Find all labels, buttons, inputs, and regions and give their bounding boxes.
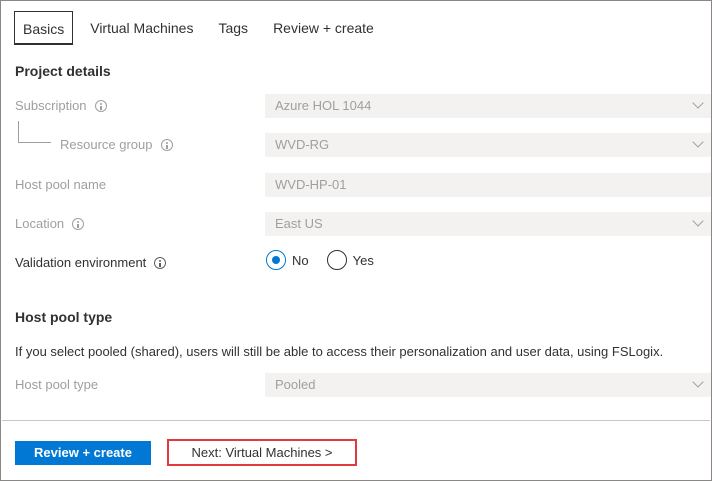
review-create-button[interactable]: Review + create [15, 441, 151, 465]
resource-group-dropdown[interactable]: WVD-RG [265, 133, 711, 157]
subscription-label-row: Subscription [15, 98, 107, 113]
tree-connector-horizontal [18, 142, 51, 143]
radio-no[interactable] [266, 250, 286, 270]
subscription-dropdown[interactable]: Azure HOL 1044 [265, 94, 711, 118]
chevron-down-icon [693, 379, 703, 389]
create-host-pool-form: Basics Virtual Machines Tags Review + cr… [0, 0, 712, 481]
host-pool-type-label: Host pool type [15, 377, 99, 392]
resource-group-value: WVD-RG [275, 137, 330, 152]
project-details-heading: Project details [15, 63, 111, 79]
subscription-label: Subscription [15, 98, 87, 113]
host-pool-type-heading: Host pool type [15, 309, 113, 325]
host-pool-type-dropdown[interactable]: Pooled [265, 373, 711, 397]
location-value: East US [275, 216, 323, 231]
host-pool-name-input[interactable]: WVD-HP-01 [265, 173, 711, 197]
validation-radio-group: No Yes [266, 250, 392, 270]
chevron-down-icon [693, 100, 703, 110]
resource-group-label: Resource group [60, 137, 153, 152]
subscription-value: Azure HOL 1044 [275, 98, 372, 113]
tab-basics[interactable]: Basics [14, 11, 74, 45]
info-icon[interactable] [160, 138, 173, 151]
chevron-down-icon [693, 139, 703, 149]
location-label-row: Location [15, 216, 85, 231]
radio-yes[interactable] [326, 250, 347, 270]
footer-divider [2, 420, 710, 421]
tree-connector-vertical [18, 121, 19, 142]
radio-yes-label: Yes [352, 252, 374, 268]
tab-virtual-machines[interactable]: Virtual Machines [82, 11, 201, 45]
radio-no-label: No [292, 252, 309, 268]
host-pool-type-value: Pooled [275, 377, 316, 392]
validation-label-row: Validation environment [15, 255, 167, 270]
info-icon[interactable] [72, 217, 85, 230]
tab-review-create[interactable]: Review + create [265, 11, 382, 45]
tab-bar: Basics Virtual Machines Tags Review + cr… [14, 11, 391, 45]
location-dropdown[interactable]: East US [265, 212, 711, 236]
info-icon[interactable] [94, 99, 107, 112]
tab-tags[interactable]: Tags [210, 11, 256, 45]
info-icon[interactable] [154, 256, 167, 269]
validation-environment-label: Validation environment [15, 255, 147, 270]
next-virtual-machines-button[interactable]: Next: Virtual Machines > [167, 439, 357, 466]
next-button-label: Next: Virtual Machines > [191, 445, 333, 460]
host-pool-name-label: Host pool name [15, 177, 107, 192]
host-pool-name-value: WVD-HP-01 [275, 177, 347, 192]
resource-group-label-row: Resource group [60, 137, 173, 152]
host-pool-type-description: If you select pooled (shared), users wil… [15, 344, 664, 359]
chevron-down-icon [693, 218, 703, 228]
location-label: Location [15, 216, 65, 231]
